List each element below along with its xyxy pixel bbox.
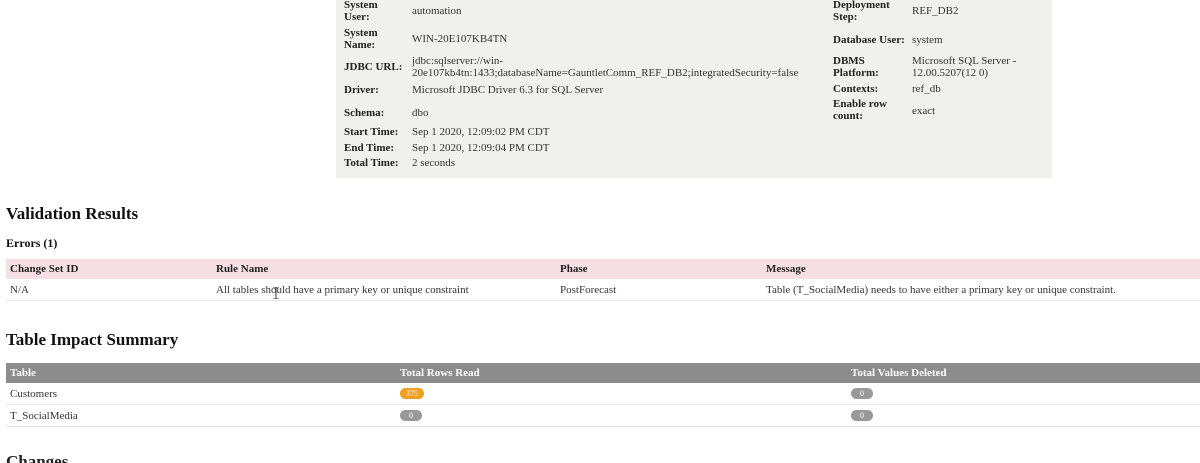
cell-change-set-id: N/A [6,279,212,301]
contexts-value: ref_db [912,83,941,95]
schema-value: dbo [412,107,429,119]
table-row: N/A All tables should have a primary key… [6,279,1200,301]
end-time-label: End Time: [344,142,395,154]
text-cursor-icon [273,287,279,299]
cell-phase: PostForecast [556,279,762,301]
system-user-label: System User: [344,0,378,23]
col-message: Message [762,259,1200,279]
cell-rows-read: 0 [396,404,847,427]
system-name-value: WIN-20E107KB4TN [412,33,508,45]
cell-table-name: T_SocialMedia [6,404,396,427]
deployment-info-panel: System User: automation System Name: WIN… [336,0,1052,178]
system-name-label: System Name: [344,27,378,51]
cell-values-deleted: 0 [847,383,1200,405]
deployment-step-label: Deployment Step: [833,0,890,23]
col-total-values-deleted: Total Values Deleted [847,363,1200,383]
col-table: Table [6,363,396,383]
cell-table-name: Customers [6,383,396,405]
errors-table-header: Change Set ID Rule Name Phase Message [6,259,1200,279]
total-time-value: 2 seconds [412,157,456,169]
deployment-step-value: REF_DB2 [912,5,959,17]
col-rule-name: Rule Name [212,259,556,279]
values-deleted-badge: 0 [851,410,873,422]
start-time-value: Sep 1 2020, 12:09:02 PM CDT [412,126,550,138]
errors-table: Change Set ID Rule Name Phase Message N/… [6,259,1200,301]
start-time-label: Start Time: [344,126,399,138]
driver-label: Driver: [344,84,379,96]
cell-rule-name: All tables should have a primary key or … [212,279,556,301]
impact-table: Table Total Rows Read Total Values Delet… [6,363,1200,427]
enable-row-count-label: Enable row count: [833,98,887,122]
end-time-value: Sep 1 2020, 12:09:04 PM CDT [412,142,550,154]
rows-read-badge: 375 [400,388,424,400]
dbms-platform-value: Microsoft SQL Server - 12.00.5207(12 0) [912,55,1017,79]
cell-rows-read: 375 [396,383,847,405]
col-change-set-id: Change Set ID [6,259,212,279]
cell-values-deleted: 0 [847,404,1200,427]
contexts-label: Contexts: [833,83,879,95]
impact-table-header: Table Total Rows Read Total Values Delet… [6,363,1200,383]
values-deleted-badge: 0 [851,388,873,400]
system-user-value: automation [412,5,462,17]
col-phase: Phase [556,259,762,279]
total-time-label: Total Time: [344,157,399,169]
col-total-rows-read: Total Rows Read [396,363,847,383]
schema-label: Schema: [344,107,385,119]
database-user-label: Database User: [833,34,905,46]
changes-heading: Changes [6,452,69,463]
table-row: Customers 375 0 [6,383,1200,405]
rows-read-badge: 0 [400,410,422,422]
enable-row-count-value: exact [912,105,936,117]
errors-count-heading: Errors (1) [6,236,58,250]
validation-results-heading: Validation Results [6,204,139,223]
jdbc-url-value: jdbc:sqlserver://win-20e107kb4tn:1433;da… [412,55,799,79]
cell-message: Table (T_SocialMedia) needs to have eith… [762,279,1200,301]
dbms-platform-label: DBMS Platform: [833,55,879,79]
table-impact-summary-heading: Table Impact Summary [6,330,179,349]
driver-value: Microsoft JDBC Driver 6.3 for SQL Server [412,84,604,96]
table-row: T_SocialMedia 0 0 [6,404,1200,427]
jdbc-url-label: JDBC URL: [344,61,403,73]
database-user-value: system [912,34,943,46]
